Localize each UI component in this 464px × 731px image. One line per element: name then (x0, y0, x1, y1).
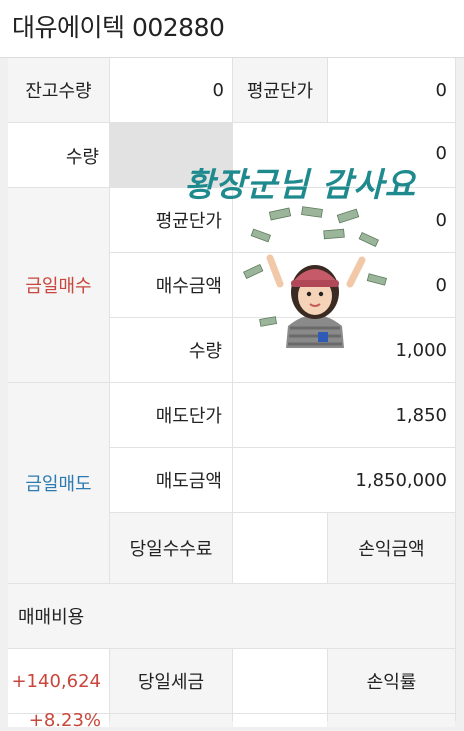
profit-amount-value: +140,624 (8, 649, 109, 713)
overlay-caption: 황장군님 감사요 (184, 165, 417, 204)
sell-section-label: 금일매도 (8, 383, 109, 583)
sell-price-value: 1,850 (233, 383, 455, 447)
holding-avg-value: 0 (328, 58, 455, 122)
money-rain-avatar-icon (243, 206, 387, 348)
trade-cost-label: 매매비용 (8, 584, 455, 648)
sell-price-label: 매도단가 (110, 383, 232, 447)
commission-value (233, 513, 327, 583)
commission-label: 당일수수료 (110, 513, 232, 583)
profit-rate-label: 손익률 (328, 649, 455, 713)
sell-amount-label: 매도금액 (110, 448, 232, 512)
buy-qty-label: 수량 (8, 123, 109, 187)
holding-qty-value: 0 (110, 58, 232, 122)
buy-amount-label: 매수금액 (110, 253, 232, 317)
tax-value (233, 649, 327, 713)
tax-label: 당일세금 (110, 649, 232, 713)
page-title: 대유에이텍 002880 (12, 13, 225, 42)
buy-section-label: 금일매수 (8, 188, 109, 382)
holding-avg-label: 평균단가 (233, 58, 327, 122)
holding-qty-label: 잔고수량 (8, 58, 109, 122)
header-bar: 대유에이텍 002880 (0, 0, 464, 58)
sell-amount-value: 1,850,000 (233, 448, 455, 512)
sell-qty-label: 수량 (110, 318, 232, 382)
profit-amount-label: 손익금액 (328, 513, 455, 583)
